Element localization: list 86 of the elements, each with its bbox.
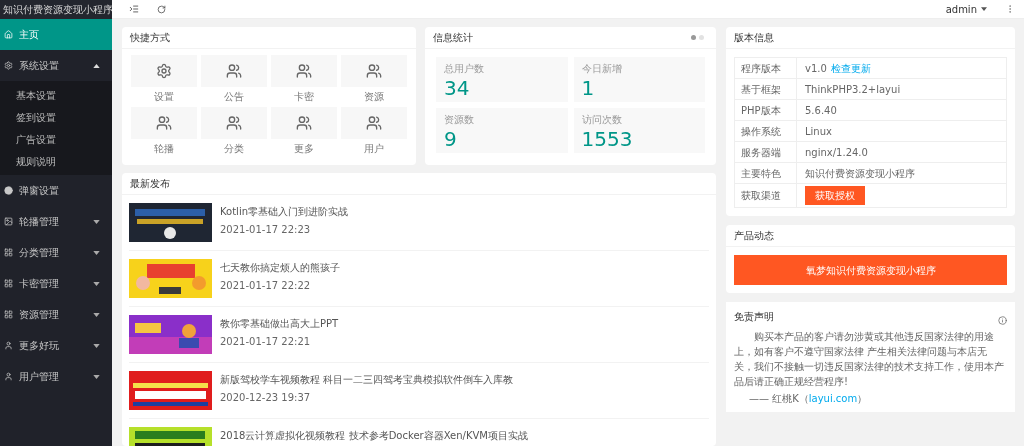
caret-down-icon bbox=[93, 219, 100, 224]
grid-icon bbox=[4, 279, 13, 288]
caret-down-icon bbox=[93, 343, 100, 348]
home-icon bbox=[4, 30, 13, 39]
card-title: 产品动态 bbox=[734, 229, 774, 243]
card-title: 最新发布 bbox=[130, 177, 170, 191]
sidebar-item[interactable]: 更多好玩 bbox=[0, 330, 112, 361]
post-date: 2020-12-23 19:37 bbox=[220, 391, 312, 405]
post-title: 教你零基础做出高大上PPT bbox=[220, 317, 339, 331]
caret-up-icon bbox=[93, 63, 100, 68]
stat-label: 访问次数 bbox=[581, 113, 623, 127]
table-cell-text: nginx/1.24.0 bbox=[805, 145, 868, 160]
grid-icon bbox=[4, 310, 13, 319]
stat-value: 1 bbox=[581, 76, 596, 100]
signature-text: —— 红桃K（layui.com） bbox=[748, 392, 869, 406]
user-menu[interactable]: admin bbox=[945, 1, 987, 17]
stat-label: 资源数 bbox=[444, 113, 475, 127]
disclaimer-text: 购买本产品的客户请勿涉黄或其他违反国家法律的用途上，如有客户不遵守国家法律 产生相关法律问题与本店无关，我们不接触一切违反国家法律的技术支持工作，使用本产品后请正确正规经营程序! bbox=[734, 330, 1005, 389]
card-title: 快捷方式 bbox=[130, 31, 170, 45]
post-title: 七天教你搞定烦人的熊孩子 bbox=[220, 261, 340, 275]
caret-down-icon bbox=[93, 250, 100, 255]
dot-icon bbox=[4, 186, 13, 195]
post-title: 新版驾校学车视频教程 科目一二三四驾考宝典模拟软件倒车入库教 bbox=[220, 373, 514, 387]
settings-icon bbox=[4, 61, 13, 70]
grid-icon bbox=[4, 248, 13, 257]
caret-down-icon bbox=[93, 312, 100, 317]
card-title: 信息统计 bbox=[433, 31, 473, 45]
user-icon bbox=[4, 372, 13, 381]
card-title: 免责声明 bbox=[734, 310, 774, 324]
user-icon bbox=[4, 341, 13, 350]
users-icon bbox=[366, 115, 382, 131]
table-cell-text: v1.0 bbox=[805, 61, 827, 76]
sidebar-item[interactable]: 系统设置 bbox=[0, 50, 112, 81]
sidebar-item[interactable]: 分类管理 bbox=[0, 237, 112, 268]
post-title: Kotlin零基础入门到进阶实战 bbox=[220, 205, 348, 219]
app-title: 知识付费资源变现小程序 bbox=[3, 3, 113, 17]
table-cell-text: ThinkPHP3.2+layui bbox=[805, 82, 901, 97]
menu-icon[interactable] bbox=[129, 4, 139, 14]
stat-value: 34 bbox=[444, 76, 471, 100]
caret-down-icon bbox=[981, 7, 987, 11]
table-cell-text: Linux bbox=[805, 124, 832, 139]
submenu-item[interactable]: 签到设置 bbox=[0, 106, 112, 128]
sidebar-item[interactable]: 资源管理 bbox=[0, 299, 112, 330]
refresh-icon[interactable] bbox=[157, 4, 166, 14]
table-cell-text: 5.6.40 bbox=[805, 103, 837, 118]
sidebar-item[interactable]: 用户管理 bbox=[0, 361, 112, 392]
post-item[interactable]: 七天教你搞定烦人的熊孩子 2021-01-17 22:22 bbox=[129, 251, 709, 307]
post-date: 2021-01-17 22:21 bbox=[220, 335, 312, 349]
post-date: 2021-01-17 22:22 bbox=[220, 279, 312, 293]
caret-down-icon bbox=[93, 374, 100, 379]
post-title: 2018云计算虚拟化视频教程 技术参考Docker容器Xen/KVM项目实战 bbox=[220, 429, 528, 443]
stat-label: 总用户数 bbox=[444, 62, 485, 76]
users-icon bbox=[226, 115, 242, 131]
table-cell: PHP版本 bbox=[735, 100, 797, 120]
stat-value: 9 bbox=[444, 127, 458, 151]
post-item[interactable]: 2018云计算虚拟化视频教程 技术参考Docker容器Xen/KVM项目实战 bbox=[129, 419, 709, 446]
info-icon[interactable] bbox=[998, 316, 1007, 325]
sidebar-item[interactable]: 轮播管理 bbox=[0, 206, 112, 237]
post-item[interactable]: Kotlin零基础入门到进阶实战 2021-01-17 22:23 bbox=[129, 195, 709, 251]
stat-value: 1553 bbox=[581, 127, 634, 151]
users-icon bbox=[366, 63, 382, 79]
users-icon bbox=[296, 115, 312, 131]
sidebar-item[interactable]: 主页 bbox=[0, 19, 112, 50]
image-icon bbox=[4, 217, 13, 226]
sidebar-item[interactable]: 弹窗设置 bbox=[0, 175, 112, 206]
submenu-item[interactable]: 基本设置 bbox=[0, 84, 112, 106]
table-cell: 主要特色 bbox=[735, 163, 797, 183]
post-date: 2021-01-17 22:23 bbox=[220, 223, 312, 237]
submenu-item[interactable]: 规则说明 bbox=[0, 150, 112, 172]
sidebar-item[interactable]: 卡密管理 bbox=[0, 268, 112, 299]
table-cell: 操作系统 bbox=[735, 121, 797, 141]
post-item[interactable]: 新版驾校学车视频教程 科目一二三四驾考宝典模拟软件倒车入库教 2020-12-23 19:37 bbox=[129, 363, 709, 419]
users-icon bbox=[156, 115, 172, 131]
card-title: 版本信息 bbox=[734, 31, 774, 45]
users-icon bbox=[296, 63, 312, 79]
table-cell: 程序版本 bbox=[735, 58, 797, 78]
table-cell: 获取渠道 bbox=[735, 184, 797, 207]
table-cell-text: 知识付费资源变现小程序 bbox=[805, 166, 915, 181]
submenu-item[interactable]: 广告设置 bbox=[0, 128, 112, 150]
post-item[interactable]: 教你零基础做出高大上PPT 2021-01-17 22:21 bbox=[129, 307, 709, 363]
table-cell: 基于框架 bbox=[735, 79, 797, 99]
caret-down-icon bbox=[93, 281, 100, 286]
table-cell: 服务器端 bbox=[735, 142, 797, 162]
stat-label: 今日新增 bbox=[581, 62, 623, 76]
users-icon bbox=[226, 63, 242, 79]
settings-icon bbox=[156, 63, 172, 79]
